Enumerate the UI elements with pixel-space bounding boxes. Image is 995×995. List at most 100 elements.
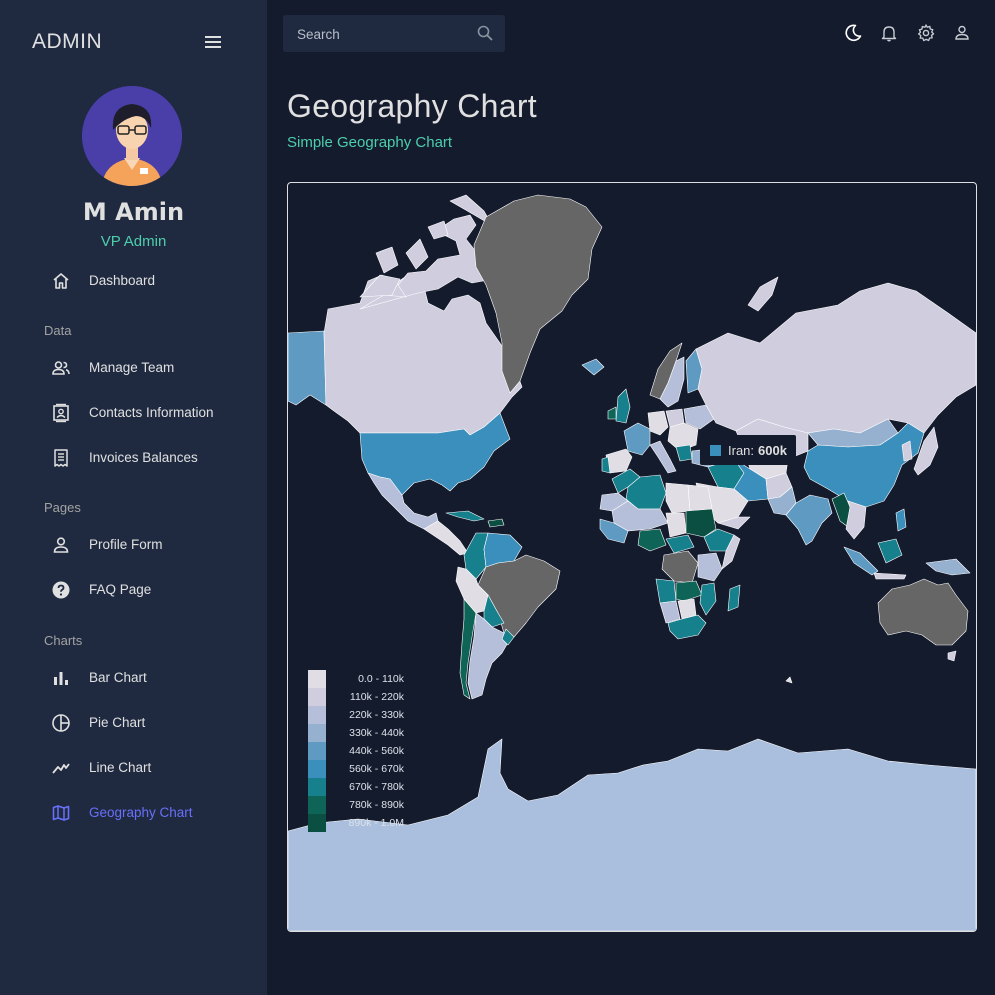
sidebar-item-faq[interactable]: FAQ Page	[0, 572, 267, 608]
user-name: M Amin	[82, 198, 185, 226]
alaska	[288, 330, 327, 406]
home-icon	[53, 273, 69, 289]
sidebar-item-label: Bar Chart	[89, 670, 147, 685]
menu-toggle-icon[interactable]	[204, 34, 222, 50]
pie-chart-icon	[52, 714, 70, 732]
zambia	[675, 580, 703, 602]
search-icon[interactable]	[476, 24, 494, 42]
libya	[665, 482, 691, 514]
east-africa	[697, 552, 723, 582]
legend-label: 560k - 670k	[349, 763, 404, 775]
madagascar	[727, 584, 741, 612]
legend-label: 330k - 440k	[349, 727, 404, 739]
sidebar-item-line-chart[interactable]: Line Chart	[0, 750, 267, 786]
user-icon[interactable]	[952, 23, 972, 43]
hispaniola	[487, 518, 505, 528]
sumatra	[843, 546, 879, 576]
legend-label: 220k - 330k	[349, 709, 404, 721]
chad	[665, 512, 687, 538]
central-america	[423, 520, 469, 556]
search-input[interactable]	[295, 15, 469, 54]
central-african-republic	[665, 534, 695, 554]
legend-label: 780k - 890k	[349, 799, 404, 811]
geography-chart[interactable]: 0.0 - 110k 110k - 220k 220k - 330k 330k …	[287, 182, 977, 932]
legend-label: 890k - 1.0M	[348, 817, 404, 829]
page-title: Geography Chart	[287, 88, 537, 124]
new-guinea	[925, 558, 971, 576]
sidebar-item-geography-chart[interactable]: Geography Chart	[0, 795, 267, 831]
france	[623, 422, 651, 456]
uk	[615, 388, 631, 424]
balkans	[675, 444, 693, 462]
team-icon	[52, 361, 70, 375]
sidebar: ADMIN M Amin VP Admin Dashboard Data Man…	[0, 0, 267, 995]
java	[873, 572, 907, 580]
section-title-pages: Pages	[44, 500, 81, 515]
invoice-icon	[54, 449, 68, 467]
russia	[695, 282, 976, 434]
ireland	[607, 406, 617, 420]
cuba	[445, 510, 485, 522]
arctic-islands	[405, 238, 429, 270]
help-icon	[52, 581, 70, 599]
borneo	[877, 538, 903, 564]
map-tooltip: Iran: 600k	[700, 435, 796, 465]
sidebar-item-pie-chart[interactable]: Pie Chart	[0, 705, 267, 741]
namibia	[659, 600, 681, 624]
legend-label: 110k - 220k	[349, 691, 404, 703]
new-zealand	[785, 676, 793, 684]
map-icon	[52, 805, 70, 821]
tooltip-value: 600k	[758, 442, 787, 458]
legend-label: 0.0 - 110k	[358, 673, 404, 685]
section-title-data: Data	[44, 323, 72, 338]
sidebar-item-label: Invoices Balances	[89, 450, 198, 465]
sidebar-item-label: Manage Team	[89, 360, 175, 375]
page-subtitle: Simple Geography Chart	[287, 134, 453, 151]
line-chart-icon	[52, 763, 70, 774]
arctic-islands	[375, 246, 399, 274]
sidebar-item-label: FAQ Page	[89, 582, 152, 597]
sidebar-item-label: Line Chart	[89, 760, 152, 775]
bar-chart-icon	[54, 672, 68, 685]
legend-label: 440k - 560k	[349, 745, 404, 757]
egypt	[687, 484, 713, 512]
mozambique	[699, 582, 717, 616]
user-role: VP Admin	[100, 233, 167, 250]
sidebar-item-label: Dashboard	[89, 273, 156, 288]
sidebar-item-label: Geography Chart	[89, 805, 193, 820]
tooltip-swatch	[710, 444, 721, 456]
sidebar-item-label: Pie Chart	[89, 715, 146, 730]
australia	[877, 578, 969, 646]
avatar	[82, 86, 182, 186]
korea	[901, 440, 913, 462]
sidebar-item-profile-form[interactable]: Profile Form	[0, 527, 267, 563]
settings-icon[interactable]	[916, 23, 936, 43]
brand-title: ADMIN	[32, 30, 103, 53]
sidebar-item-label: Profile Form	[89, 537, 163, 552]
novaya-zemlya	[747, 276, 779, 312]
sidebar-item-manage-team[interactable]: Manage Team	[0, 350, 267, 386]
sidebar-item-label: Contacts Information	[89, 405, 214, 420]
germany	[647, 410, 669, 436]
notifications-icon[interactable]	[879, 23, 899, 43]
iceland	[581, 358, 605, 376]
nigeria	[637, 528, 667, 552]
arctic-islands	[427, 220, 449, 240]
philippines	[895, 508, 907, 532]
dark-mode-icon[interactable]	[843, 23, 863, 43]
section-title-charts: Charts	[44, 633, 83, 648]
spain	[605, 448, 633, 474]
drc	[661, 550, 699, 584]
sidebar-item-contacts[interactable]: Contacts Information	[0, 395, 267, 431]
legend-label: 670k - 780k	[349, 781, 404, 793]
italy	[649, 440, 677, 474]
sidebar-item-dashboard[interactable]: Dashboard	[0, 263, 267, 299]
tasmania	[947, 650, 957, 662]
sidebar-item-bar-chart[interactable]: Bar Chart	[0, 660, 267, 696]
angola	[655, 578, 677, 604]
tooltip-country: Iran:	[728, 442, 755, 458]
person-icon	[53, 537, 69, 553]
contacts-icon	[53, 403, 69, 423]
sidebar-item-invoices[interactable]: Invoices Balances	[0, 440, 267, 476]
search-box	[283, 15, 505, 54]
